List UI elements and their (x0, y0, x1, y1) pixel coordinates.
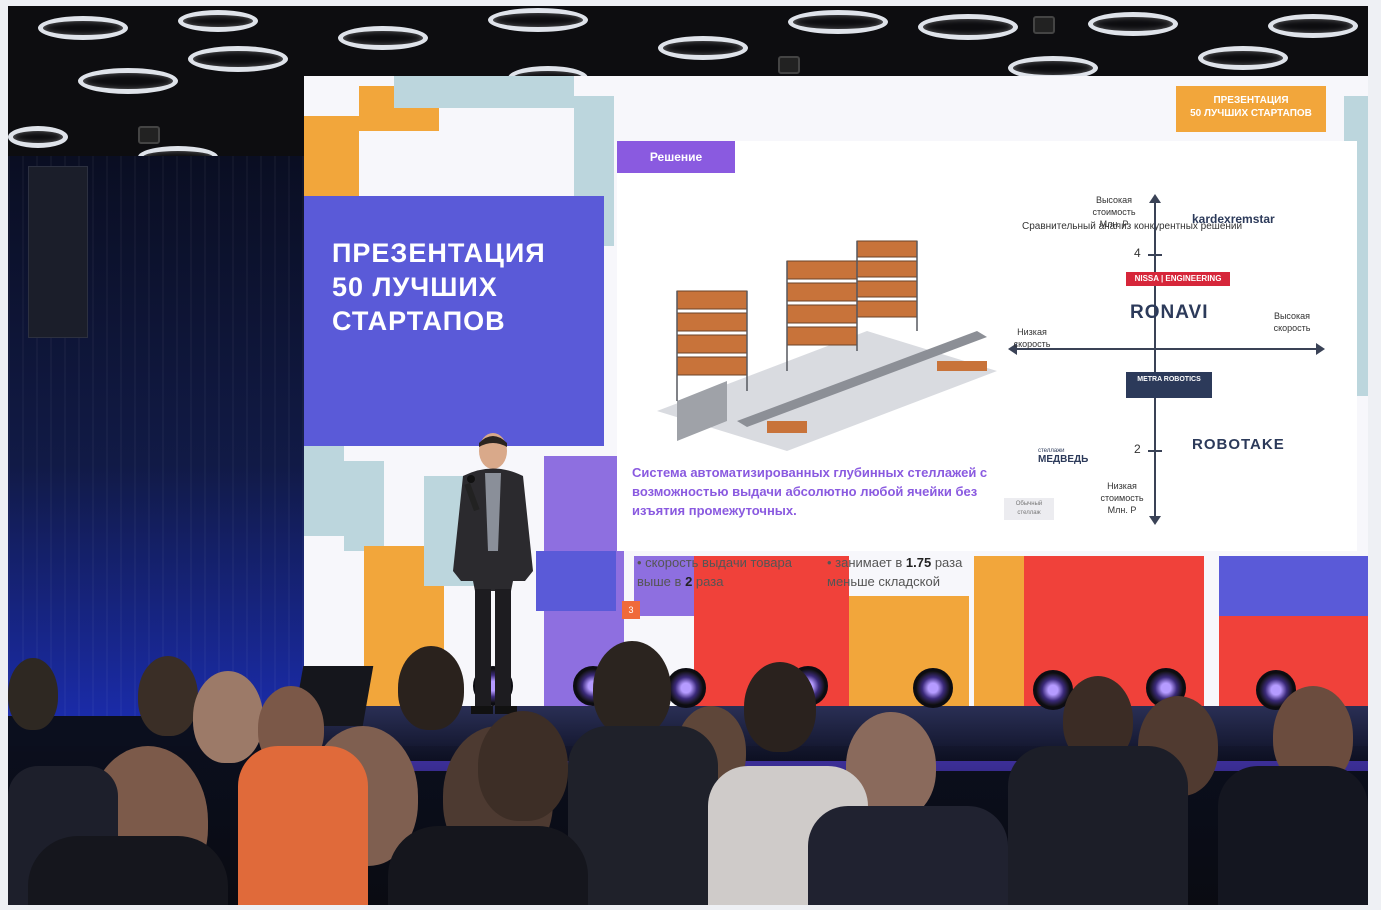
solution-description: Система автоматизированных глубинных сте… (632, 465, 988, 518)
audience-body (568, 726, 718, 905)
arrow-right-icon (1316, 343, 1325, 355)
audience-body (1008, 746, 1188, 905)
ceiling-light (38, 16, 128, 40)
y-tick (1148, 450, 1162, 452)
ceiling-light (78, 68, 178, 94)
ceiling-light (8, 126, 68, 148)
deco-block (304, 446, 344, 536)
y-tick-label: 2 (1134, 442, 1141, 456)
bullet-text: занимает в (835, 555, 903, 570)
slide-title-line: 50 ЛУЧШИХ (332, 272, 498, 302)
ceiling-light (1088, 12, 1178, 36)
spotlight (778, 56, 800, 74)
chart-x-axis (1016, 348, 1320, 350)
ceiling-light (488, 8, 588, 32)
corner-tag-line: 50 ЛУЧШИХ СТАРТАПОВ (1190, 108, 1312, 119)
ceiling-light (918, 14, 1018, 40)
audience-head (593, 641, 671, 737)
slide-title-line: СТАРТАПОВ (332, 306, 506, 336)
section-tag: Решение (617, 141, 735, 173)
deco-block (849, 596, 969, 716)
ceiling-light (1268, 14, 1358, 38)
bullet-speed: • скорость выдачи товара выше в 2 раза (637, 555, 792, 589)
loudspeaker (28, 166, 88, 338)
stage-light (666, 668, 706, 708)
bullet-space: • занимает в 1.75 раза меньше складской (827, 555, 963, 589)
audience-head (398, 646, 464, 730)
ceiling-light (338, 26, 428, 50)
ceiling-light (788, 10, 888, 34)
y-axis-bottom-label: Низкая стоимость Млн. Р (1100, 481, 1144, 515)
spotlight (1033, 16, 1055, 34)
corner-tag: ПРЕЗЕНТАЦИЯ 50 ЛУЧШИХ СТАРТАПОВ (1176, 86, 1326, 132)
y-axis-top-label: Высокая стоимость Млн. Р (1092, 195, 1136, 229)
deco-block (304, 116, 359, 196)
ceiling-light (658, 36, 748, 60)
brand-medved: стеллажи МЕДВЕДЬ (1038, 448, 1088, 465)
y-tick-label: 4 (1134, 246, 1141, 260)
brand-ronavi: RONAVI (1130, 302, 1209, 323)
y-tick (1148, 254, 1162, 256)
slide-content-card: Решение Система автоматизированных глуби… (617, 141, 1357, 619)
bullet-value: 2 (685, 574, 693, 589)
bullet-value: 1.75 (905, 555, 932, 570)
arrow-down-icon (1149, 516, 1161, 525)
audience-body (28, 836, 228, 905)
audience-head (478, 711, 568, 821)
brand-nissa: NISSA | ENGINEERING (1126, 272, 1230, 286)
brand-metra: METRA ROBOTICS (1126, 372, 1212, 398)
deco-block (1219, 556, 1368, 616)
ceiling-light (188, 46, 288, 72)
audience-head (744, 662, 816, 752)
audience-body (808, 806, 1008, 905)
brand-kardex: kardexremstar (1192, 212, 1275, 226)
spotlight (138, 126, 160, 144)
deco-block (394, 76, 574, 108)
audience-head (138, 656, 198, 736)
brand-robotake: ROBOTAKE (1192, 436, 1285, 453)
slide-page-number: 3 (622, 601, 640, 619)
brand-medved-name: МЕДВЕДЬ (1038, 454, 1089, 465)
deco-block (344, 461, 384, 551)
event-photo: ПРЕЗЕНТАЦИЯ 50 ЛУЧШИХ СТАРТАПОВ ПРЕЗЕНТА… (8, 6, 1368, 905)
deco-block (536, 551, 616, 611)
warehouse-illustration (657, 240, 997, 451)
x-axis-right-label: Высокая скорость (1273, 311, 1311, 333)
slide-main-title: ПРЕЗЕНТАЦИЯ 50 ЛУЧШИХ СТАРТАПОВ (332, 236, 562, 338)
bullet-unit: раза (695, 574, 724, 589)
corner-tag-line: ПРЕЗЕНТАЦИЯ (1213, 95, 1289, 106)
audience-body (388, 826, 588, 905)
ordinary-rack-label: Обычный стеллаж (1004, 498, 1054, 520)
slide-title-line: ПРЕЗЕНТАЦИЯ (332, 238, 546, 268)
audience-head (8, 658, 58, 730)
ceiling-light (178, 10, 258, 32)
chart-y-axis (1154, 201, 1156, 521)
audience-head (193, 671, 263, 763)
audience-body (238, 746, 368, 905)
ceiling-light (1198, 46, 1288, 70)
stage-light (913, 668, 953, 708)
x-axis-left-label: Низкая скорость (1013, 327, 1051, 349)
arrow-up-icon (1149, 194, 1161, 203)
audience-body (1218, 766, 1368, 905)
